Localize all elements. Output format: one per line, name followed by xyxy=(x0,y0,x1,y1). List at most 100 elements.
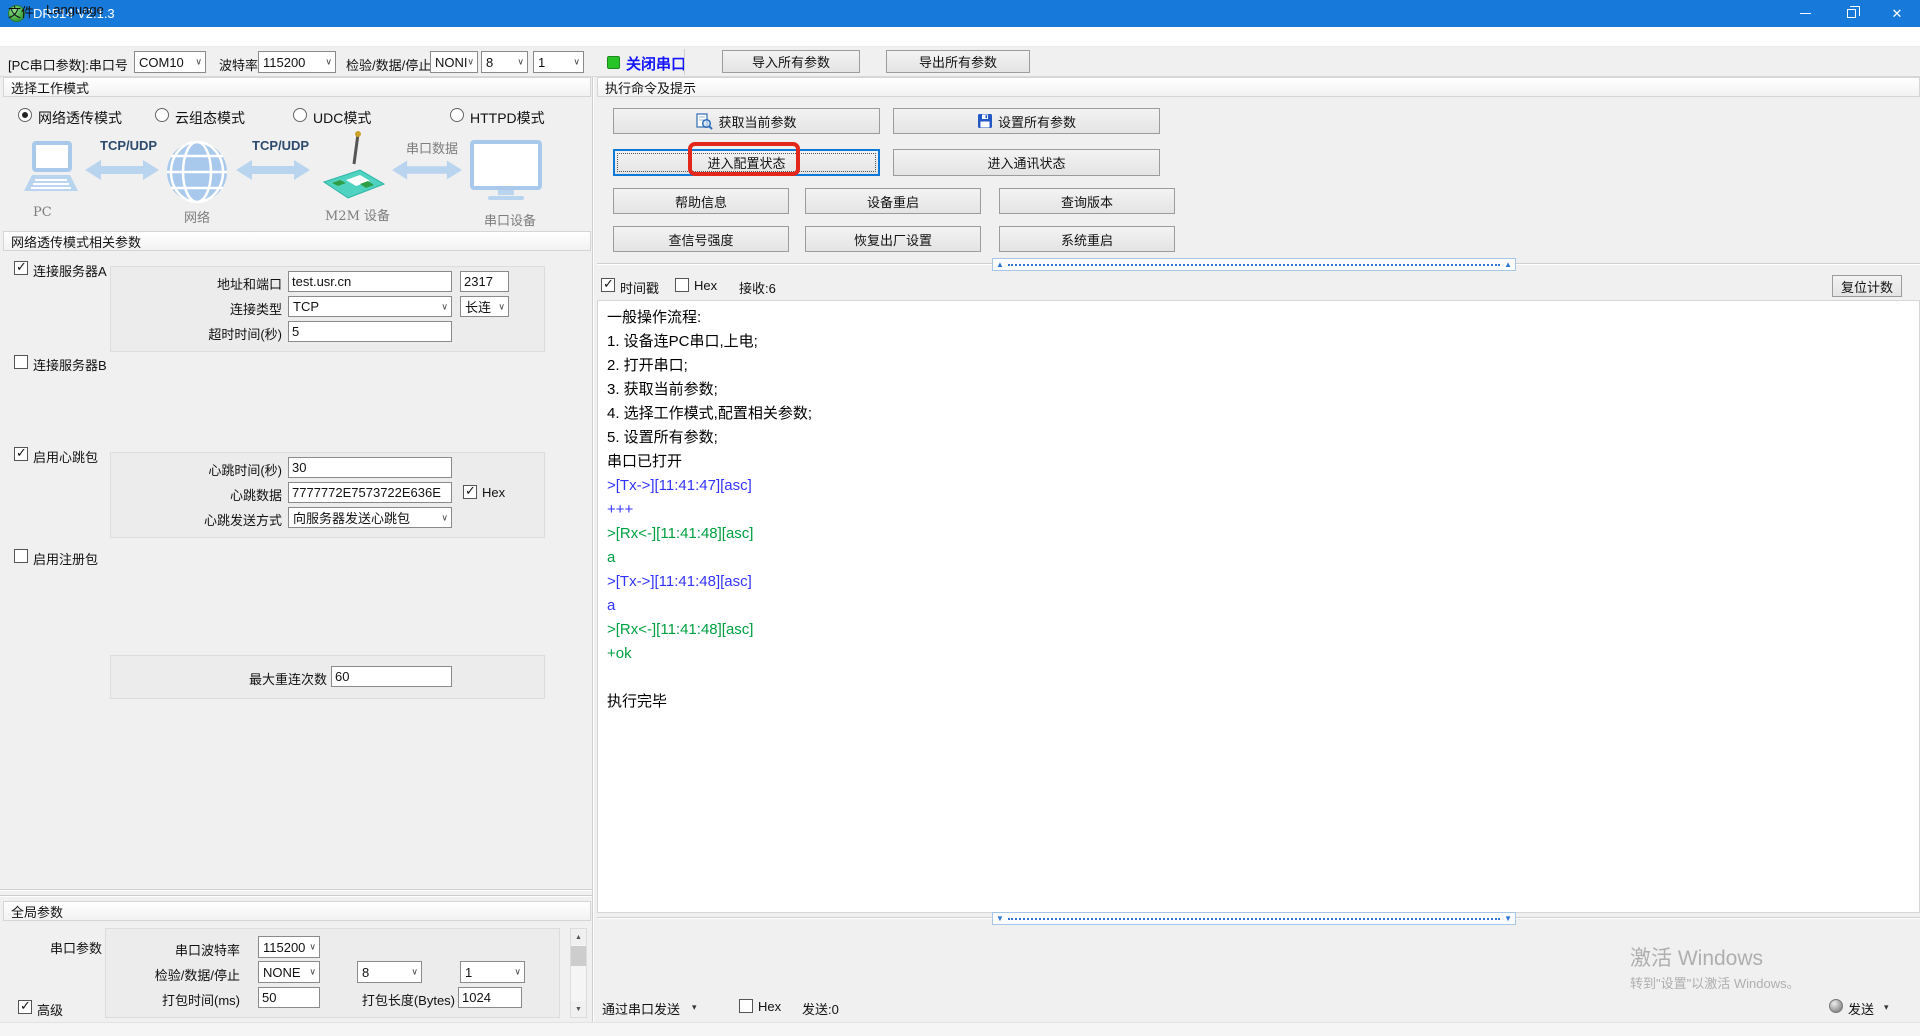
panel-divider xyxy=(592,77,594,1036)
server-a-port-input[interactable]: 2317 xyxy=(460,271,509,292)
radio-net-transparent[interactable] xyxy=(18,108,32,122)
timeout-label: 超时时间(秒) xyxy=(150,324,282,343)
log-line: >[Tx->][11:41:47][asc] xyxy=(598,474,1919,498)
help-button[interactable]: 帮助信息 xyxy=(613,188,789,214)
separator xyxy=(0,889,592,891)
log-line: >[Rx<-][11:41:48][asc] xyxy=(598,618,1919,642)
heartbeat-mode-select[interactable]: 向服务器发送心跳包∨ xyxy=(288,507,452,528)
send-hex-checkbox[interactable] xyxy=(739,999,753,1013)
global-parity-select[interactable]: NONE∨ xyxy=(258,961,320,983)
log-output[interactable]: 一般操作流程:1. 设备连PC串口,上电;2. 打开串口;3. 获取当前参数;4… xyxy=(597,300,1920,913)
reboot-device-button[interactable]: 设备重启 xyxy=(805,188,981,214)
log-line: 5. 设置所有参数; xyxy=(598,426,1919,450)
reconnect-label: 最大重连次数 xyxy=(195,669,327,688)
parity-label: 检验/数据/停止 xyxy=(346,55,431,74)
collapse-down-icon: ▼ xyxy=(996,915,1004,923)
global-stopbits-select[interactable]: 1∨ xyxy=(460,961,525,983)
heartbeat-checkbox[interactable] xyxy=(14,447,28,461)
arrow-left-right-icon xyxy=(392,158,462,182)
pack-time-input[interactable]: 50 xyxy=(258,987,320,1008)
stopbits-select[interactable]: 1∨ xyxy=(533,51,584,73)
log-hex-checkbox[interactable] xyxy=(675,278,689,292)
set-params-button[interactable]: 设置所有参数 xyxy=(893,108,1160,134)
log-line: 执行完毕 xyxy=(598,690,1919,714)
windows-activation-watermark: 激活 Windows xyxy=(1630,942,1763,972)
register-checkbox[interactable] xyxy=(14,549,28,563)
advanced-checkbox[interactable] xyxy=(18,1000,32,1014)
arrow-left-right-icon xyxy=(236,158,310,182)
reset-count-button[interactable]: 复位计数 xyxy=(1832,275,1902,297)
menu-language[interactable]: Language xyxy=(46,2,104,17)
close-button[interactable]: ✕ xyxy=(1874,0,1920,27)
baud-select[interactable]: 115200∨ xyxy=(258,51,336,73)
heartbeat-hex-label: Hex xyxy=(482,485,505,500)
toolbar-separator xyxy=(684,49,685,75)
bottom-strip xyxy=(0,1022,1920,1036)
databits-select[interactable]: 8∨ xyxy=(481,51,528,73)
sent-count-label: 发送:0 xyxy=(802,999,839,1018)
heartbeat-mode-label: 心跳发送方式 xyxy=(150,510,282,529)
log-line: >[Rx<-][11:41:48][asc] xyxy=(598,522,1919,546)
parity-select[interactable]: NONI∨ xyxy=(430,51,478,73)
collapse-down-icon: ▼ xyxy=(1504,915,1512,923)
left-panel-scrollbar[interactable]: ▲ ▼ xyxy=(570,928,587,1018)
heartbeat-hex-checkbox[interactable] xyxy=(463,485,477,499)
query-signal-button[interactable]: 查信号强度 xyxy=(613,226,789,252)
recv-count-label: 接收:6 xyxy=(739,278,776,297)
timestamp-checkbox[interactable] xyxy=(601,278,615,292)
query-version-button[interactable]: 查询版本 xyxy=(999,188,1175,214)
splitter-handle-top[interactable]: ▲ ▲ xyxy=(992,258,1516,271)
log-line: 3. 获取当前参数; xyxy=(598,378,1919,402)
conn-type-select[interactable]: TCP∨ xyxy=(288,296,452,317)
radio-httpd[interactable] xyxy=(450,108,464,122)
factory-reset-button[interactable]: 恢复出厂设置 xyxy=(805,226,981,252)
title-bar: DR514 V2.1.3 xyxy=(0,0,1920,27)
enter-comm-button[interactable]: 进入通讯状态 xyxy=(893,149,1160,176)
enter-config-button[interactable]: 进入配置状态 xyxy=(613,149,880,176)
close-port-button[interactable]: 关闭串口 xyxy=(626,53,686,74)
keepalive-select[interactable]: 长连∨ xyxy=(460,296,509,317)
timeout-input[interactable]: 5 xyxy=(288,321,452,342)
export-params-button[interactable]: 导出所有参数 xyxy=(886,50,1030,73)
network-label: 网络 xyxy=(184,207,210,226)
get-params-button[interactable]: 获取当前参数 xyxy=(613,108,880,134)
server-a-address-input[interactable]: test.usr.cn xyxy=(288,271,452,292)
global-baud-select[interactable]: 115200∨ xyxy=(258,936,320,958)
com-port-select[interactable]: COM10∨ xyxy=(134,51,206,73)
splitter-handle-bottom[interactable]: ▼ ▼ xyxy=(992,912,1516,925)
server-b-checkbox[interactable] xyxy=(14,355,28,369)
arrow-left-right-icon xyxy=(85,158,159,182)
serial-params-label: 串口参数 xyxy=(50,938,102,957)
minimize-button[interactable] xyxy=(1782,0,1828,27)
system-reboot-button[interactable]: 系统重启 xyxy=(999,226,1175,252)
close-icon: ✕ xyxy=(1892,7,1903,20)
pack-len-input[interactable]: 1024 xyxy=(458,987,522,1008)
restore-button[interactable] xyxy=(1828,0,1874,27)
chevron-down-icon: ∨ xyxy=(195,56,202,67)
menu-file[interactable]: 文件 xyxy=(8,2,34,21)
server-a-checkbox[interactable] xyxy=(14,261,28,275)
heartbeat-data-input[interactable]: 7777772E7573722E636E xyxy=(288,482,452,503)
scroll-up-icon[interactable]: ▲ xyxy=(571,929,586,945)
chevron-down-icon[interactable]: ▾ xyxy=(692,1002,697,1013)
log-line: +ok xyxy=(598,642,1919,666)
import-params-button[interactable]: 导入所有参数 xyxy=(722,50,860,73)
log-line: 2. 打开串口; xyxy=(598,354,1919,378)
radio-udc[interactable] xyxy=(293,108,307,122)
scroll-down-icon[interactable]: ▼ xyxy=(571,1001,586,1017)
baud-label: 波特率 xyxy=(219,55,258,74)
addr-port-label: 地址和端口 xyxy=(150,274,282,293)
get-params-label: 获取当前参数 xyxy=(718,112,796,131)
log-line: a xyxy=(598,594,1919,618)
global-databits-select[interactable]: 8∨ xyxy=(357,961,422,983)
mode-section-header: 选择工作模式 xyxy=(3,77,591,97)
chevron-down-icon: ∨ xyxy=(517,56,524,67)
chevron-down-icon[interactable]: ▾ xyxy=(1884,1002,1889,1013)
radio-cloud[interactable] xyxy=(155,108,169,122)
send-via-serial-button[interactable]: 通过串口发送 xyxy=(602,999,680,1018)
heartbeat-time-input[interactable]: 30 xyxy=(288,457,452,478)
reconnect-input[interactable]: 60 xyxy=(331,666,452,687)
send-button[interactable]: 发送 xyxy=(1848,999,1874,1018)
chevron-down-icon: ∨ xyxy=(325,56,332,67)
scrollbar-thumb[interactable] xyxy=(571,946,586,966)
